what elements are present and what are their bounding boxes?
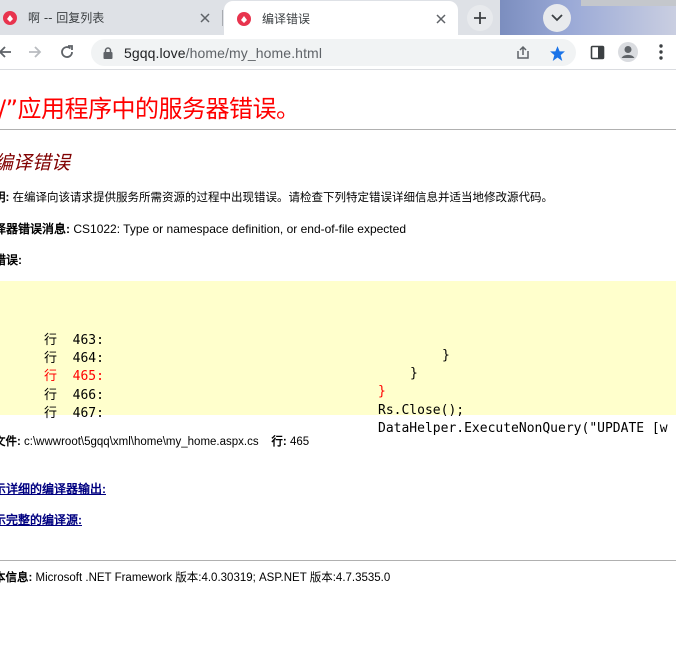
compiler-error-message: 译器错误消息: CS1022: Type or namespace defini…	[0, 220, 406, 237]
description-label: 明:	[0, 192, 10, 204]
code-line-text: }	[410, 366, 418, 381]
code-line-text: }	[442, 348, 450, 363]
reload-icon	[61, 45, 73, 58]
tab-title: 编译错误	[262, 12, 311, 26]
code-line-text: }	[378, 384, 386, 399]
show-detailed-compiler-output-link[interactable]: 示详细的编译器输出:	[0, 480, 106, 497]
new-tab-button[interactable]	[467, 5, 493, 31]
page-content: /”应用程序中的服务器错误。 编译错误 明: 在编译向该请求提供服务所需资源的过…	[0, 71, 676, 669]
url-text[interactable]: 5gqq.love/home/my_home.html	[124, 45, 322, 61]
compiler-label: 译器错误消息:	[0, 222, 70, 236]
tab-compile-error[interactable]: 编译错误	[224, 1, 458, 36]
site-favicon-icon	[3, 10, 17, 25]
source-error-heading: 错误:	[0, 251, 22, 268]
plus-icon	[474, 12, 486, 24]
source-file-info: 文件: c:\wwwroot\5gqq\xml\home\my_home.asp…	[0, 433, 309, 449]
site-favicon-icon	[237, 11, 251, 26]
divider	[0, 560, 676, 561]
forward-button[interactable]	[22, 39, 48, 65]
back-button[interactable]	[0, 39, 18, 65]
version-label: 本信息:	[0, 572, 33, 584]
browser-toolbar: 5gqq.love/home/my_home.html	[0, 35, 676, 70]
reload-button[interactable]	[54, 39, 80, 65]
tab-separator	[222, 10, 223, 26]
error-description: 明: 在编译向该请求提供服务所需资源的过程中出现错误。请检查下列特定错误详细信息…	[0, 189, 553, 205]
version-text: Microsoft .NET Framework 版本:4.0.30319; A…	[35, 572, 391, 584]
tab-reply-list[interactable]: 啊 -- 回复列表	[0, 0, 222, 35]
show-complete-source-link[interactable]: 示完整的编译源:	[0, 511, 82, 528]
file-label: 文件:	[0, 436, 21, 448]
avatar-icon	[618, 42, 638, 62]
profile-button[interactable]	[615, 39, 641, 65]
share-icon[interactable]	[513, 43, 533, 63]
page-title: /”应用程序中的服务器错误。	[0, 95, 300, 123]
line-label: 行:	[271, 436, 287, 448]
tab-close-icon[interactable]	[196, 9, 214, 27]
compiler-text: CS1022: Type or namespace definition, or…	[73, 222, 406, 236]
side-panel-icon	[590, 45, 604, 59]
bookmark-star-icon[interactable]	[547, 43, 567, 63]
address-bar[interactable]: 5gqq.love/home/my_home.html	[91, 39, 576, 66]
tab-close-icon[interactable]	[432, 10, 450, 28]
menu-button[interactable]	[648, 39, 674, 65]
file-path: c:\wwwroot\5gqq\xml\home\my_home.aspx.cs	[24, 436, 259, 448]
code-line-text: Rs.Close();	[378, 403, 465, 418]
tab-search-button[interactable]	[543, 4, 571, 32]
lock-icon[interactable]	[101, 46, 115, 60]
side-panel-button[interactable]	[584, 39, 610, 65]
code-line-text: DataHelper.ExecuteNonQuery("UPDATE [w	[378, 421, 668, 436]
tab-title: 啊 -- 回复列表	[28, 11, 105, 25]
more-vertical-icon	[659, 44, 663, 60]
window-controls[interactable]	[581, 0, 676, 6]
version-info: 本信息: Microsoft .NET Framework 版本:4.0.303…	[0, 569, 390, 585]
chevron-down-icon	[551, 14, 563, 22]
code-line-label: 行 467:	[43, 406, 104, 421]
error-subheading: 编译错误	[0, 152, 71, 174]
line-number: 465	[289, 436, 310, 448]
source-code-block: 行 463: } 行 464: } 行 465: } 行 466: Rs.Clo…	[0, 281, 676, 436]
tab-strip: 啊 -- 回复列表 编译错误	[0, 0, 676, 36]
description-text: 在编译向该请求提供服务所需资源的过程中出现错误。请检查下列特定错误详细信息并适当…	[12, 192, 554, 204]
arrow-left-icon	[0, 46, 11, 58]
source-error-label: 错误:	[0, 253, 22, 267]
arrow-right-icon	[29, 46, 42, 58]
divider	[0, 129, 676, 130]
